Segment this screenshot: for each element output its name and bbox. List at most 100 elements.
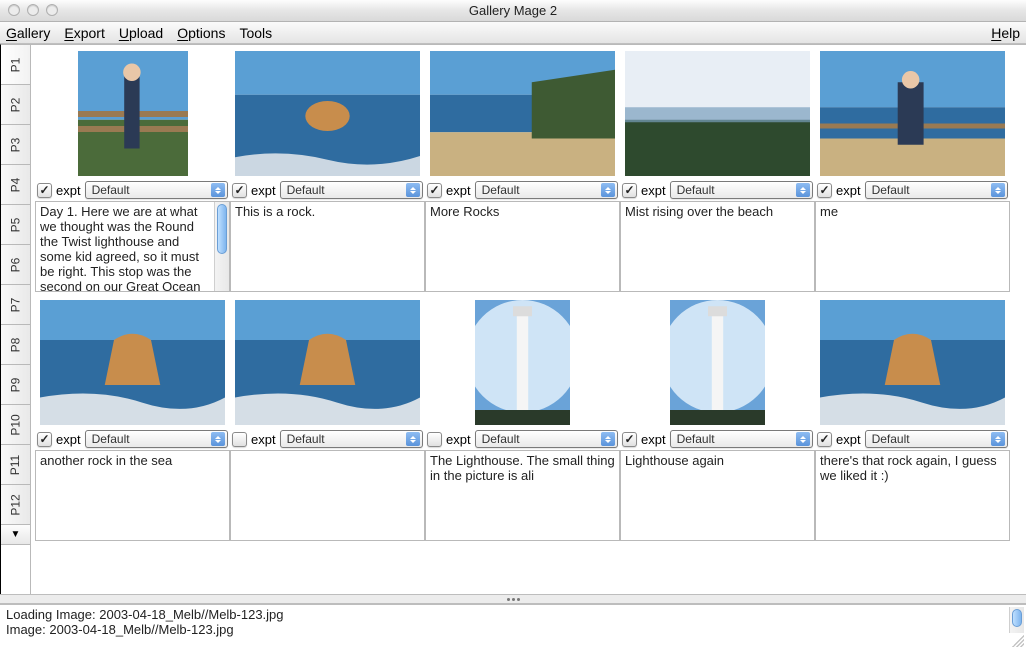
caption-textarea[interactable]: More Rocks [425,201,620,292]
page-tab-label: P12 [8,494,22,515]
caption-textarea[interactable]: This is a rock. [230,201,425,292]
page-tab-label: P6 [9,257,23,272]
menu-help[interactable]: Help [991,25,1020,41]
export-checkbox[interactable] [427,183,442,198]
thumbnail-image[interactable] [815,49,1010,178]
caption-textarea[interactable]: Day 1. Here we are at what we thought wa… [35,201,230,292]
page-tab-p6[interactable]: P6 [1,245,30,285]
caption-textarea[interactable]: Lighthouse again [620,450,815,541]
menu-export[interactable]: Export [64,25,104,41]
export-checkbox[interactable] [232,432,247,447]
menu-upload[interactable]: Upload [119,25,163,41]
sidebar: P1 P2 P3 P4 P5 P6 P7P8P9 P10 P11 P12 ▼ [0,44,31,594]
thumbnail-controls: exptDefault [620,178,815,201]
thumbnail-cell: exptDefaultMist rising over the beach [620,49,815,292]
split-handle[interactable] [0,594,1026,604]
thumbnail-image[interactable] [35,298,230,427]
page-tab-p9[interactable]: P9 [1,365,30,405]
scrollbar-thumb[interactable] [1012,609,1022,627]
thumbnail-controls: expt Default [425,178,620,201]
thumbnail-image[interactable] [230,49,425,178]
export-checkbox[interactable] [622,183,637,198]
thumbnail-cell: expt Default More Rocks [425,49,620,292]
page-tab-p2[interactable]: P2 [1,85,30,125]
thumbnail-image[interactable] [35,49,230,178]
preset-select[interactable]: Default [670,430,813,448]
thumbnail-controls: exptDefault [35,178,230,201]
export-label: expt [446,183,471,198]
caption-textarea[interactable]: Mist rising over the beach [620,201,815,292]
thumbnail-cell: exptDefaultthere's that rock again, I gu… [815,298,1010,541]
thumbnail-image[interactable] [425,49,620,178]
chevron-updown-icon [601,183,615,197]
page-tab-label: P4 [9,177,23,192]
page-tab-p1[interactable]: P1 [1,45,30,85]
thumbnail-image[interactable] [815,298,1010,427]
export-checkbox[interactable] [427,432,442,447]
zoom-window-button[interactable] [46,4,58,16]
export-label: expt [836,183,861,198]
menu-tools[interactable]: Tools [239,25,272,41]
page-tab-p7[interactable]: P7 [1,285,30,325]
menu-options[interactable]: Options [177,25,225,41]
preset-select[interactable]: Default [865,430,1008,448]
preset-select[interactable]: Default [85,181,228,199]
window-title: Gallery Mage 2 [0,3,1026,18]
preset-select[interactable]: Default [85,430,228,448]
caption-scrollbar[interactable] [214,202,229,291]
page-tab-p4[interactable]: P4 [1,165,30,205]
preset-select[interactable]: Default [475,181,618,199]
page-tab-label: P11 [9,454,23,474]
thumbnail-controls: expt Default [425,427,620,450]
caption-textarea[interactable]: there's that rock again, I guess we like… [815,450,1010,541]
export-checkbox[interactable] [37,432,52,447]
chevron-updown-icon [991,183,1005,197]
thumbnail-image[interactable] [620,298,815,427]
preset-select[interactable]: Default [865,181,1008,199]
page-tab-label: P1 [9,57,23,72]
export-checkbox[interactable] [37,183,52,198]
page-tab-p11[interactable]: P11 [1,445,30,485]
sidebar-expand-icon[interactable]: ▼ [1,525,30,545]
preset-select[interactable]: Default [280,430,423,448]
caption-textarea[interactable]: The Lighthouse. The small thing in the p… [425,450,620,541]
status-area: Loading Image: 2003-04-18_Melb//Melb-123… [0,604,1026,649]
caption-textarea[interactable]: me [815,201,1010,292]
preset-select[interactable]: Default [670,181,813,199]
thumbnail-grid[interactable]: expt Default Day 1. Here we are at what we… [31,44,1026,594]
page-tab-p10[interactable]: P10 [1,405,30,445]
menu-gallery[interactable]: Gallery [6,25,50,41]
chevron-updown-icon [796,183,810,197]
close-window-button[interactable] [8,4,20,16]
chevron-updown-icon [601,432,615,446]
page-tab-label: P2 [9,97,23,112]
export-label: expt [446,432,471,447]
export-checkbox[interactable] [622,432,637,447]
thumbnail-cell: expt Default me [815,49,1010,292]
thumbnail-image[interactable] [620,49,815,178]
preset-select[interactable]: Default [475,430,618,448]
page-tab-p8[interactable]: P8 [1,325,30,365]
page-tab-p5[interactable]: P5 [1,205,30,245]
page-tab-p12[interactable]: P12 [1,485,30,525]
scrollbar-thumb[interactable] [217,204,227,254]
export-checkbox[interactable] [817,432,832,447]
chevron-updown-icon [406,183,420,197]
chevron-updown-icon [211,183,225,197]
thumbnail-cell: exptDefault [230,298,425,541]
thumbnail-image[interactable] [425,298,620,427]
thumbnail-controls: exptDefault [815,427,1010,450]
caption-textarea[interactable]: another rock in the sea [35,450,230,541]
minimize-window-button[interactable] [27,4,39,16]
export-checkbox[interactable] [232,183,247,198]
resize-grip-icon[interactable] [1012,635,1024,647]
thumbnail-controls: expt Default [815,178,1010,201]
menubar: Gallery Export Upload Options Tools Help [0,22,1026,44]
page-tab-p3[interactable]: P3 [1,125,30,165]
thumbnail-image[interactable] [230,298,425,427]
export-checkbox[interactable] [817,183,832,198]
caption-textarea[interactable] [230,450,425,541]
status-scrollbar[interactable] [1009,607,1024,633]
preset-select[interactable]: Default [280,181,423,199]
page-tab-label: P10 [8,414,22,435]
